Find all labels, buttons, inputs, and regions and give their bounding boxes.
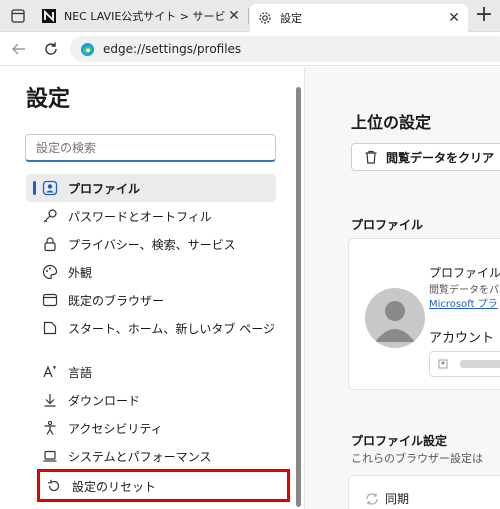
sync-row: 同期 [365,490,409,507]
sidebar-item-label: 外観 [68,265,93,280]
microsoft-privacy-link[interactable]: Microsoft プラ [429,295,498,310]
sidebar-item-default-browser[interactable]: 既定のブラウザー [26,286,276,314]
profile-section-title: プロファイル [351,218,424,232]
sidebar-scrollbar[interactable] [296,87,301,507]
sidebar-item-passwords[interactable]: パスワードとオートフィル [26,202,276,230]
back-button[interactable] [8,38,30,60]
language-icon [42,364,58,380]
main-title: 上位の設定 [351,113,432,132]
account-email-field[interactable] [429,351,500,377]
tab-strip: NEC LAVIE公式サイト > サービス＆サ ✕ 設定 ✕ + [0,0,500,32]
new-tab-button[interactable]: + [472,4,496,28]
settings-sidebar: 設定 プロファイル パスワードとオートフィル プライバシー、検索、サービス 外観 [0,67,305,509]
sync-icon [365,492,379,506]
sidebar-item-label: システムとパフォーマンス [68,449,212,464]
tab-title: 設定 [280,12,302,25]
tab-settings[interactable]: 設定 ✕ [250,4,468,32]
trash-icon [364,150,378,164]
sidebar-item-privacy[interactable]: プライバシー、検索、サービス [26,230,276,258]
sidebar-item-label: 言語 [68,365,93,380]
profile-description: 閲覧データをパ [429,285,499,296]
palette-icon [42,264,58,280]
download-icon [42,392,58,408]
sidebar-item-downloads[interactable]: ダウンロード [26,386,276,414]
accessibility-icon [42,420,58,436]
sidebar-item-label: パスワードとオートフィル [68,209,212,224]
reload-icon [45,42,57,55]
sidebar-item-appearance[interactable]: 外観 [26,258,276,286]
navigation-bar: edge://settings/profiles [0,32,500,66]
close-icon[interactable]: ✕ [446,10,462,26]
sidebar-item-label: プライバシー、検索、サービス [68,237,236,252]
settings-main-panel: 上位の設定 閲覧データをクリア プロファイル プロファイル 閲覧データをパ Mi… [306,67,500,509]
redacted-email [460,360,500,368]
person-icon [438,359,448,369]
sidebar-item-label: プロファイル [68,181,141,196]
sidebar-item-system[interactable]: システムとパフォーマンス [26,442,276,470]
key-icon [42,208,58,224]
profile-settings-description: これらのブラウザー設定は [351,452,483,465]
close-icon[interactable]: ✕ [226,8,242,24]
sidebar-item-label: ダウンロード [68,393,141,408]
clear-button-label: 閲覧データをクリア [386,150,495,165]
home-icon [42,320,58,336]
profile-settings-title: プロファイル設定 [351,434,448,448]
reload-button[interactable] [40,38,62,60]
profile-name: プロファイル [429,266,500,280]
tab-separator [248,8,249,24]
avatar[interactable] [365,288,425,348]
nec-logo-icon [42,9,56,23]
sync-label: 同期 [385,492,410,506]
search-input[interactable] [25,134,276,162]
sidebar-item-languages[interactable]: 言語 [26,358,276,386]
sidebar-item-profile[interactable]: プロファイル [26,174,276,202]
gear-icon [258,11,272,25]
tab-title: NEC LAVIE公式サイト > サービス＆サ [64,10,226,23]
sidebar-item-label: スタート、ホーム、新しいタブ ページ [68,321,275,336]
page-title: 設定 [26,87,71,112]
tab-actions-button[interactable] [8,6,28,26]
address-bar[interactable]: edge://settings/profiles [70,36,500,62]
browser-icon [42,292,58,308]
tab-nec-lavie[interactable]: NEC LAVIE公式サイト > サービス＆サ ✕ [36,2,248,30]
tab-actions-icon [11,9,25,23]
sidebar-item-start-home[interactable]: スタート、ホーム、新しいタブ ページ [26,314,276,342]
highlight-annotation-box [37,469,290,502]
edge-logo-icon [80,42,95,56]
sidebar-item-label: 既定のブラウザー [68,293,165,308]
sync-card[interactable]: 同期 [348,475,500,509]
arrow-left-icon [12,43,25,55]
profile-icon [42,180,58,196]
sidebar-item-label: アクセシビリティ [68,421,163,436]
account-label: アカウント [429,331,495,346]
clear-browsing-data-button[interactable]: 閲覧データをクリア [351,143,500,171]
laptop-icon [42,448,58,464]
address-url: edge://settings/profiles [103,42,242,56]
settings-page: 設定 プロファイル パスワードとオートフィル プライバシー、検索、サービス 外観 [0,67,500,509]
sidebar-item-accessibility[interactable]: アクセシビリティ [26,414,276,442]
profile-card: プロファイル 閲覧データをパ Microsoft プラ アカウント [348,238,500,390]
lock-icon [42,236,58,252]
